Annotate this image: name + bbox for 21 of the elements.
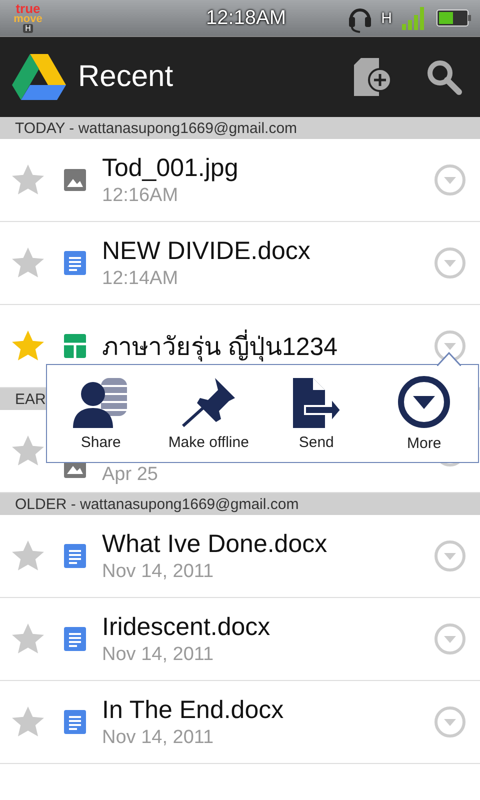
file-name: Tod_001.jpg xyxy=(102,154,240,182)
carrier-name: move xyxy=(14,14,42,24)
screen-title: Recent xyxy=(78,60,174,94)
file-time: 12:14AM xyxy=(102,268,180,290)
file-time: Nov 14, 2011 xyxy=(102,560,215,582)
file-name: In The End.docx xyxy=(102,696,285,724)
network-type: H xyxy=(381,10,392,26)
file-name: Iridescent.docx xyxy=(102,612,272,642)
section-header-text: EAR xyxy=(15,390,46,408)
section-header-text: OLDER - wattanasupong1669@gmail.com xyxy=(15,496,299,512)
file-time: Nov 14, 2011 xyxy=(102,726,215,748)
carrier-name: true xyxy=(16,4,40,14)
file-time: Apr 25 xyxy=(102,464,159,486)
file-name: NEW DIVIDE.docx xyxy=(102,236,312,266)
file-name: What Ive Done.docx xyxy=(102,530,328,558)
file-name: ภาษาวัยรุ่น ญี่ปุ่น1234 xyxy=(102,326,434,366)
file-time: 12:16AM xyxy=(102,184,180,206)
file-time: Nov 14, 2011 xyxy=(102,644,215,666)
section-header-text: TODAY - wattanasupong1669@gmail.com xyxy=(15,120,298,136)
clock: 12:18AM xyxy=(206,6,286,30)
network-badge: H xyxy=(22,24,33,32)
